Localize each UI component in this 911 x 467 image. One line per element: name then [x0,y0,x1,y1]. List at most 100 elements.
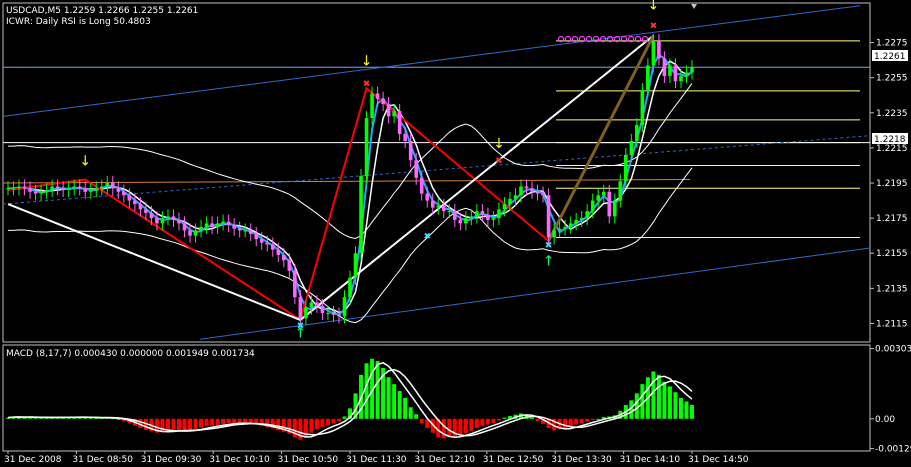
candle-body [320,305,325,313]
macd-tick-label: -0.00129 [875,445,911,455]
zigzag-red-line [7,35,655,322]
macd-bar [177,418,181,431]
candle-body [673,65,678,82]
macd-bar [309,418,314,433]
left-marker-price-label: 1.2218 [874,135,906,145]
candle-body [596,195,601,201]
price-tick-label: 1.2175 [876,214,908,224]
macd-bar [364,363,369,419]
candle-body [111,183,115,189]
candle-body [248,230,253,234]
macd-bar [392,384,397,419]
macd-bar [574,418,579,425]
arrow-up-icon: ↑ [543,254,555,270]
candle-body [574,219,578,224]
time-tick-label: 31 Dec 2008 [4,455,62,465]
candle-body [508,198,512,205]
candle-body [44,190,49,192]
candle-body [502,204,507,210]
candle-body [370,93,374,119]
macd-bar [336,418,341,422]
candle-body [160,218,165,224]
candle-body [353,253,358,278]
candle-body [635,125,639,141]
candle-body [177,219,181,224]
candle-body [513,195,518,199]
candle-body [204,223,209,227]
candle-body [55,186,60,189]
price-tick-label: 1.2155 [876,249,908,259]
candle-body [265,242,270,245]
macd-histogram [6,358,694,440]
candle-body [557,228,562,231]
macd-bar [447,418,452,438]
candle-body [105,183,110,187]
macd-bar [403,398,408,419]
candle-body [304,307,308,319]
candle-body [403,133,407,141]
macd-bar [590,418,595,420]
macd-bar [375,361,380,419]
macd-bar [634,393,639,419]
candle-body [155,218,159,224]
candle-body [188,230,192,236]
cross-cyan-icon: ✖ [423,232,431,242]
candle-body [144,209,148,213]
candle-body [662,58,667,76]
macd-bar [221,418,226,424]
time-tick-label: 31 Dec 13:30 [551,455,612,465]
macd-tick-label: 0.003036 [875,345,911,355]
candle-body [519,186,523,196]
candle-body [646,65,650,91]
macd-bar [182,418,187,431]
macd-tick-label: 0.00 [875,415,895,425]
arrow-down-icon: ↓ [493,136,505,152]
candle-body [77,186,82,189]
macd-bar [325,418,330,426]
cross-red-icon: ✖ [363,79,371,89]
candle-body [33,191,38,194]
candle-body [270,244,275,250]
current-price-label: 1.2261 [874,52,906,62]
candle-body [359,176,363,254]
candle-body [629,140,634,155]
rsi-indicator-label: ICWR: Daily RSI is Long 50.4803 [6,17,151,27]
time-tick-label: 31 Dec 14:50 [688,455,749,465]
candle-body [17,186,21,189]
candle-body [337,314,341,317]
candle-body [22,186,27,189]
macd-bar [204,418,209,427]
candle-body [232,225,236,229]
candle-body [210,223,214,227]
macd-bar [485,418,490,425]
candle-body [552,230,556,238]
zigzag-white-line [7,34,655,322]
macd-bar [684,401,689,419]
candle-body [149,212,154,219]
macd-bar [160,418,165,433]
candle-body [453,211,457,220]
candle-body [579,218,584,220]
candle-body [348,277,352,298]
cross-cyan-icon: ✖ [297,322,305,332]
price-tick-label: 1.2275 [876,39,908,49]
candle-body [298,297,303,319]
candle-body [375,93,380,99]
candle-body [679,75,683,82]
macd-bar [188,418,193,431]
macd-bar [568,418,573,427]
candle-body [464,218,468,224]
candle-body [342,297,347,317]
candle-body [171,216,176,220]
candle-body [414,160,418,178]
macd-signal-line [7,368,693,437]
orange-level-line [2,179,691,184]
macd-bar [563,418,568,429]
candle-body [11,188,16,190]
macd-bar [535,418,540,422]
candle-body [61,188,65,191]
time-tick-label: 31 Dec 12:50 [483,455,544,465]
price-panel-frame [2,2,871,343]
macd-bar [667,386,672,419]
time-tick-label: 31 Dec 09:30 [141,455,202,465]
